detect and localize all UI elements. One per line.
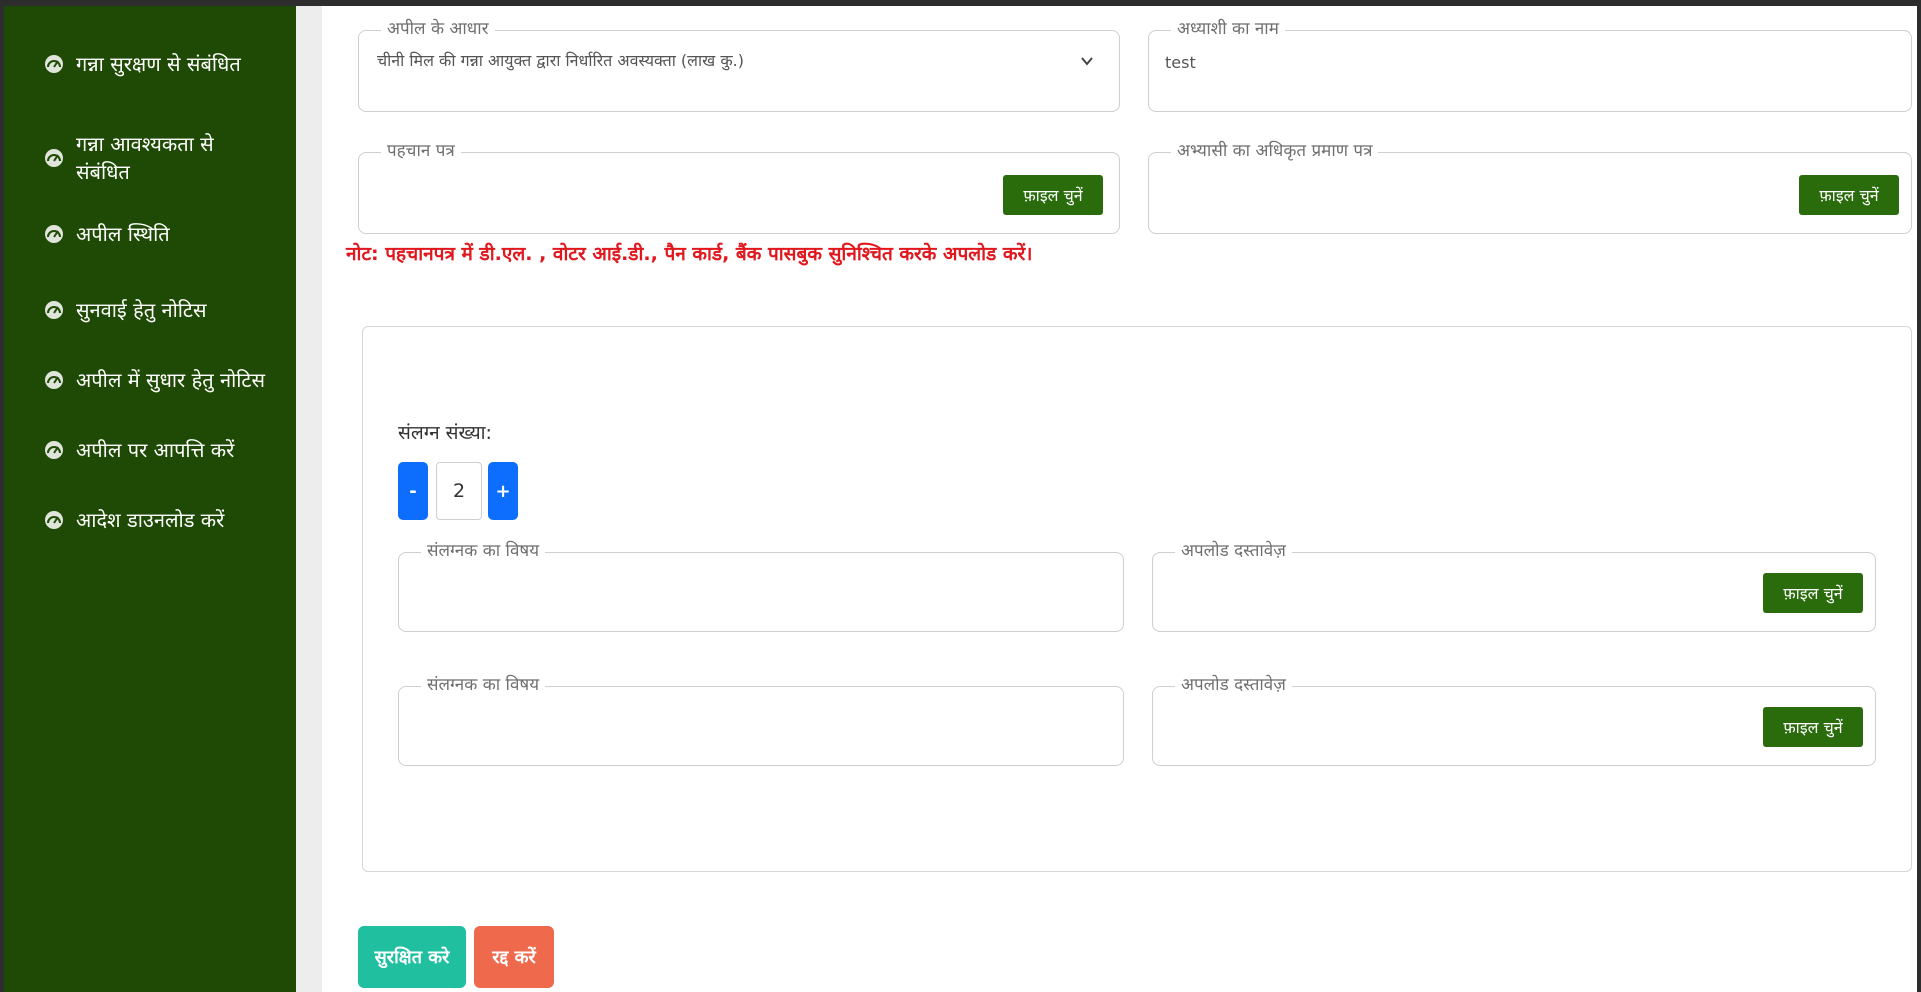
attachment-upload-label: अपलोड दस्तावेज़ (1175, 539, 1292, 563)
authority-letter-choose-file-button[interactable]: फ़ाइल चुनें (1799, 175, 1899, 215)
id-proof-label: पहचान पत्र (381, 139, 461, 163)
attachment-subject-label: संलग्नक का विषय (421, 673, 546, 697)
sidebar-gutter (296, 6, 322, 992)
id-proof-choose-file-button[interactable]: फ़ाइल चुनें (1003, 175, 1103, 215)
dashboard-gauge-icon (44, 440, 64, 460)
appeal-basis-label: अपील के आधार (381, 17, 495, 41)
dashboard-gauge-icon (44, 300, 64, 320)
dashboard-gauge-icon (44, 510, 64, 530)
sidebar-item-raise-objection[interactable]: अपील पर आपत्ति करें (44, 436, 284, 464)
sidebar-item-label: गन्ना आवश्यकता से संबंधित (76, 132, 214, 184)
attachment-count-value[interactable]: 2 (436, 462, 482, 520)
decrement-button[interactable]: - (398, 462, 428, 520)
increment-button[interactable]: + (488, 462, 518, 520)
appeal-basis-select[interactable]: अपील के आधार चीनी मिल की गन्ना आयुक्त द्… (358, 17, 1120, 112)
dashboard-gauge-icon (44, 54, 64, 74)
sidebar-item-label: अपील में सुधार हेतु नोटिस (76, 368, 266, 392)
chevron-down-icon (1079, 53, 1095, 69)
sidebar-item-label: अपील स्थिति (76, 222, 170, 246)
applicant-name-value: test (1165, 53, 1196, 72)
sidebar-item-sugarcane-requirement[interactable]: गन्ना आवश्यकता से संबंधित (44, 130, 244, 186)
attachment-subject-field[interactable]: संलग्नक का विषय (398, 539, 1124, 632)
dashboard-gauge-icon (44, 148, 64, 168)
attachment-upload-label: अपलोड दस्तावेज़ (1175, 673, 1292, 697)
sidebar-item-hearing-notice[interactable]: सुनवाई हेतु नोटिस (44, 296, 284, 324)
id-proof-upload: पहचान पत्र फ़ाइल चुनें (358, 139, 1120, 234)
dashboard-gauge-icon (44, 370, 64, 390)
dashboard-gauge-icon (44, 224, 64, 244)
sidebar-item-correction-notice[interactable]: अपील में सुधार हेतु नोटिस (44, 366, 284, 394)
cancel-button[interactable]: रद्द करें (474, 926, 554, 988)
sidebar-item-label: गन्ना सुरक्षण से संबंधित (76, 52, 241, 76)
sidebar-item-download-order[interactable]: आदेश डाउनलोड करें (44, 506, 284, 534)
sidebar-item-appeal-status[interactable]: अपील स्थिति (44, 220, 284, 248)
sidebar-item-label: आदेश डाउनलोड करें (76, 508, 225, 532)
attachment-upload-field: अपलोड दस्तावेज़ फ़ाइल चुनें (1152, 539, 1876, 632)
authority-letter-label: अभ्यासी का अधिकृत प्रमाण पत्र (1171, 139, 1379, 163)
applicant-name-field[interactable]: अध्याशी का नाम test (1148, 17, 1912, 112)
applicant-name-label: अध्याशी का नाम (1171, 17, 1285, 41)
attachment-choose-file-button[interactable]: फ़ाइल चुनें (1763, 573, 1863, 613)
authority-letter-upload: अभ्यासी का अधिकृत प्रमाण पत्र फ़ाइल चुने… (1148, 139, 1912, 234)
sidebar-item-label: सुनवाई हेतु नोटिस (76, 298, 207, 322)
attachment-subject-field[interactable]: संलग्नक का विषय (398, 673, 1124, 766)
attachment-upload-field: अपलोड दस्तावेज़ फ़ाइल चुनें (1152, 673, 1876, 766)
page: गन्ना सुरक्षण से संबंधित गन्ना आवश्यकता … (4, 6, 1917, 992)
attachment-choose-file-button[interactable]: फ़ाइल चुनें (1763, 707, 1863, 747)
appeal-basis-value: चीनी मिल की गन्ना आयुक्त द्वारा निर्धारि… (377, 51, 744, 70)
attachment-count-label: संलग्न संख्या: (398, 422, 492, 444)
id-proof-note: नोट: पहचानपत्र में डी.एल. , वोटर आई.डी.,… (346, 243, 1033, 265)
save-button[interactable]: सुरक्षित करे (358, 926, 466, 988)
sidebar-item-label: अपील पर आपत्ति करें (76, 438, 235, 462)
sidebar-item-sugarcane-protection[interactable]: गन्ना सुरक्षण से संबंधित (44, 50, 284, 78)
attachment-subject-label: संलग्नक का विषय (421, 539, 546, 563)
sidebar: गन्ना सुरक्षण से संबंधित गन्ना आवश्यकता … (4, 6, 296, 992)
